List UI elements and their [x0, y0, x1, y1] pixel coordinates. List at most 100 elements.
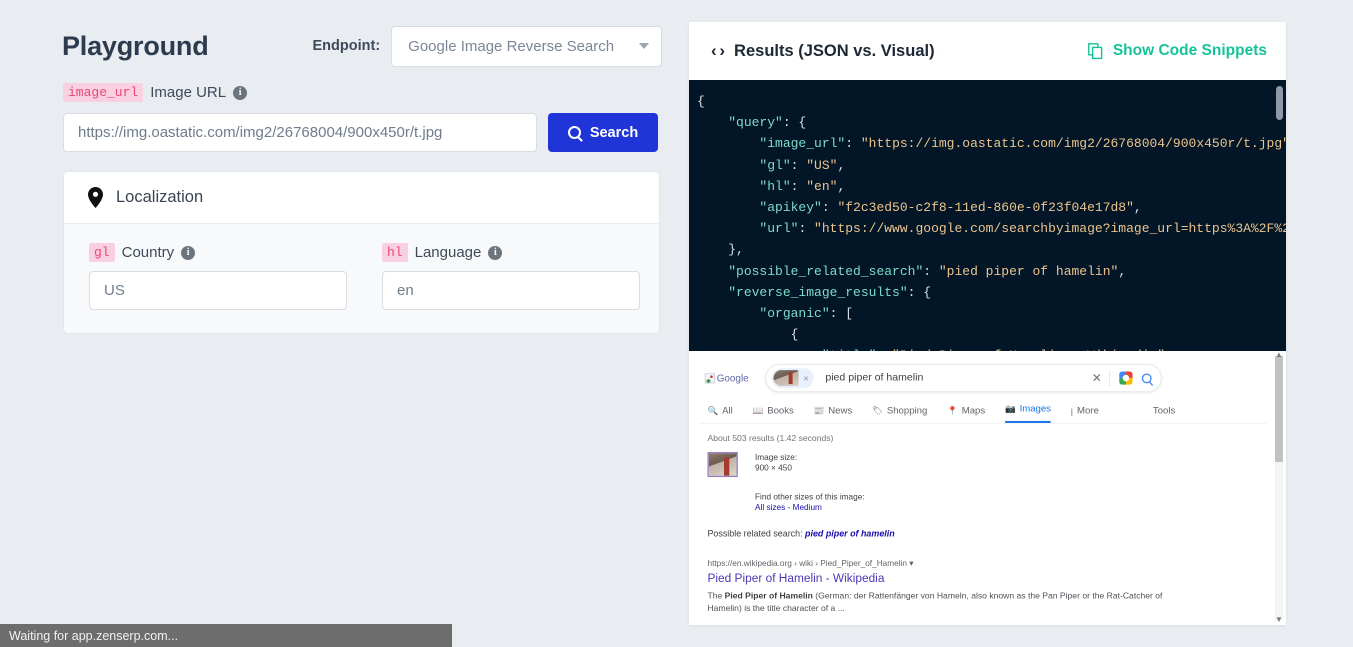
- tab-label: Maps: [961, 405, 986, 417]
- param-chip-image-url: image_url: [63, 83, 144, 102]
- tab-label: Books: [767, 405, 794, 417]
- all-sizes-link[interactable]: All sizes - Medium: [755, 503, 822, 512]
- results-stats: About 503 results (1.42 seconds): [707, 432, 834, 443]
- search-button-label: Search: [589, 124, 639, 141]
- page-title: Playground: [62, 30, 209, 61]
- tab-books[interactable]: 📖 Books: [753, 406, 794, 423]
- google-query-text: pied piper of hamelin: [825, 372, 924, 384]
- result-title[interactable]: Pied Piper of Hamelin - Wikipedia: [707, 568, 1266, 585]
- localization-body: gl Country i hl Language i: [64, 224, 659, 310]
- json-viewer[interactable]: { "query": { "image_url": "https://img.o…: [689, 80, 1286, 351]
- image-size-meta: Image size: 900 × 450: [755, 452, 797, 477]
- google-search-bar[interactable]: × pied piper of hamelin ✕: [765, 364, 1162, 392]
- google-topbar: Google × pied piper of hamelin ✕: [700, 356, 1267, 392]
- image-url-input[interactable]: [63, 113, 537, 152]
- language-field: hl Language i: [382, 243, 640, 310]
- image-size-value: 900 × 450: [755, 463, 792, 473]
- tab-news[interactable]: 📰 News: [814, 406, 853, 423]
- results-title: Results (JSON vs. Visual): [734, 41, 935, 60]
- copy-pages-icon: [1087, 42, 1103, 59]
- tab-label: More: [1076, 405, 1099, 417]
- info-icon[interactable]: i: [233, 85, 248, 100]
- endpoint-label: Endpoint:: [312, 38, 381, 54]
- image-thumb-chip[interactable]: ×: [771, 368, 814, 388]
- language-label-row: hl Language i: [382, 243, 640, 262]
- clear-icon[interactable]: ✕: [1092, 371, 1110, 385]
- google-logo-alt: Google: [716, 372, 749, 384]
- remove-thumb-icon[interactable]: ×: [801, 373, 810, 384]
- code-chevrons-icon: ‹ ›: [711, 41, 725, 60]
- tools-button[interactable]: Tools: [1153, 406, 1175, 423]
- related-prefix: Possible related search:: [707, 528, 803, 539]
- image-url-label-row: image_url Image URL i: [63, 83, 248, 102]
- param-chip-gl: gl: [89, 243, 115, 262]
- playground-page: Playground Endpoint: Google Image Revers…: [0, 0, 1353, 647]
- related-query-link[interactable]: pied piper of hamelin: [805, 529, 895, 539]
- result-url-text: https://en.wikipedia.org › wiki › Pied_P…: [707, 558, 907, 569]
- param-chip-hl: hl: [382, 243, 408, 262]
- organic-result: https://en.wikipedia.org › wiki › Pied_P…: [700, 538, 1267, 614]
- tab-maps[interactable]: 📍 Maps: [947, 406, 985, 423]
- show-code-snippets-label: Show Code Snippets: [1112, 42, 1267, 59]
- language-label: Language: [414, 244, 482, 261]
- tab-all[interactable]: 🔍 All: [707, 406, 732, 423]
- chevron-down-icon: [639, 43, 649, 49]
- show-code-snippets-button[interactable]: Show Code Snippets: [1087, 42, 1267, 60]
- visual-preview[interactable]: Google × pied piper of hamelin ✕ 🔍 All 📖…: [689, 351, 1286, 625]
- snippet-bold: Pied Piper of Hamelin: [724, 590, 813, 601]
- map-pin-icon: [88, 187, 103, 208]
- query-thumbnail: [773, 370, 799, 386]
- info-icon[interactable]: i: [488, 245, 503, 260]
- google-serp-mock: Google × pied piper of hamelin ✕ 🔍 All 📖…: [689, 351, 1267, 625]
- other-sizes-block: Find other sizes of this image: All size…: [700, 477, 1267, 513]
- possible-related-search: Possible related search: pied piper of h…: [700, 513, 1267, 539]
- info-icon[interactable]: i: [181, 245, 196, 260]
- image-info-block: Image size: 900 × 450: [700, 443, 1267, 478]
- json-scrollbar-thumb[interactable]: [1276, 86, 1283, 120]
- scroll-down-arrow-icon[interactable]: ▼: [1274, 615, 1284, 624]
- localization-title: Localization: [116, 188, 204, 206]
- tab-more[interactable]: | More: [1071, 406, 1099, 423]
- language-input[interactable]: [382, 271, 640, 310]
- result-url: https://en.wikipedia.org › wiki › Pied_P…: [707, 558, 1266, 568]
- country-field: gl Country i: [89, 243, 347, 310]
- preview-scrollbar-thumb[interactable]: [1275, 356, 1283, 462]
- google-tabs: 🔍 All 📖 Books 📰 News 🏷 Shopping 📍 Maps 📷 Image…: [699, 392, 1267, 424]
- header-row: Playground Endpoint: Google Image Revers…: [62, 22, 662, 70]
- status-bar: Waiting for app.zenserp.com...: [0, 624, 452, 647]
- tab-label: News: [828, 405, 853, 417]
- country-input[interactable]: [89, 271, 347, 310]
- tab-label: Shopping: [886, 405, 928, 417]
- image-size-label: Image size:: [755, 452, 798, 462]
- results-header: ‹ › Results (JSON vs. Visual) Show Code …: [689, 22, 1286, 80]
- google-lens-icon[interactable]: [1119, 371, 1133, 385]
- image-url-label: Image URL: [150, 84, 227, 101]
- broken-image-icon: [704, 373, 715, 384]
- google-logo: Google: [704, 372, 749, 384]
- source-image-thumbnail[interactable]: [707, 451, 738, 478]
- localization-header: Localization: [64, 172, 659, 224]
- result-snippet: The Pied Piper of Hamelin (German: der R…: [707, 585, 1162, 614]
- organic-result: https://www.poetryfoundation.org › Poems…: [700, 614, 1267, 625]
- endpoint-selected-value: Google Image Reverse Search: [408, 37, 615, 55]
- localization-card: Localization gl Country i hl Language i: [63, 171, 660, 334]
- find-other-sizes-label: Find other sizes of this image:: [755, 492, 865, 502]
- endpoint-select[interactable]: Google Image Reverse Search: [391, 25, 662, 67]
- search-icon: [567, 126, 581, 139]
- country-label: Country: [121, 244, 175, 261]
- image-url-row: Search: [63, 113, 658, 152]
- tab-images[interactable]: 📷 Images: [1004, 403, 1051, 423]
- json-code-content: { "query": { "image_url": "https://img.o…: [697, 94, 1286, 351]
- search-icon[interactable]: [1142, 373, 1152, 384]
- chevron-down-icon[interactable]: ▾: [909, 559, 913, 568]
- tab-shopping[interactable]: 🏷 Shopping: [872, 406, 927, 423]
- search-button[interactable]: Search: [548, 113, 658, 152]
- left-form-panel: Playground Endpoint: Google Image Revers…: [0, 0, 688, 647]
- tab-label: All: [722, 405, 733, 417]
- snippet-pre: The: [707, 590, 725, 601]
- status-bar-text: Waiting for app.zenserp.com...: [9, 628, 179, 643]
- tab-label: Images: [1019, 403, 1051, 415]
- results-panel: ‹ › Results (JSON vs. Visual) Show Code …: [689, 22, 1286, 625]
- divider: [1109, 370, 1111, 386]
- scroll-up-arrow-icon[interactable]: ▲: [1274, 351, 1284, 359]
